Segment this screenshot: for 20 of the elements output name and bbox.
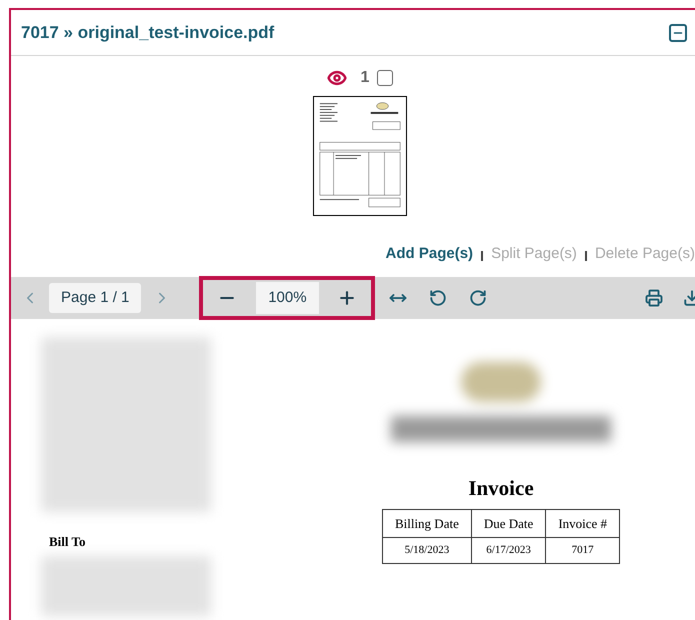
- bill-to-label: Bill To: [49, 533, 86, 551]
- column-header: Billing Date: [382, 509, 472, 538]
- page-indicator: Page 1 / 1: [49, 282, 142, 314]
- page-checkbox[interactable]: [377, 70, 394, 86]
- zoom-level[interactable]: 100%: [256, 282, 319, 314]
- page-thumbnail[interactable]: [313, 96, 407, 216]
- page-number: 1: [360, 68, 370, 88]
- panel-title: 7017 » original_test-invoice.pdf: [21, 22, 274, 44]
- print-icon[interactable]: [645, 289, 664, 307]
- table-cell: 6/17/2023: [471, 538, 546, 563]
- invoice-title: Invoice: [468, 475, 534, 502]
- table-cell: 5/18/2023: [382, 538, 472, 563]
- page-action-link[interactable]: Add Page(s): [386, 242, 474, 266]
- eye-icon[interactable]: [326, 68, 347, 88]
- column-header: Due Date: [471, 509, 546, 538]
- rotate-left-icon[interactable]: [429, 289, 448, 307]
- collapse-icon[interactable]: [669, 24, 687, 42]
- table-cell: 7017: [546, 538, 620, 563]
- column-header: Invoice #: [546, 509, 620, 538]
- rotate-right-icon[interactable]: [469, 289, 488, 307]
